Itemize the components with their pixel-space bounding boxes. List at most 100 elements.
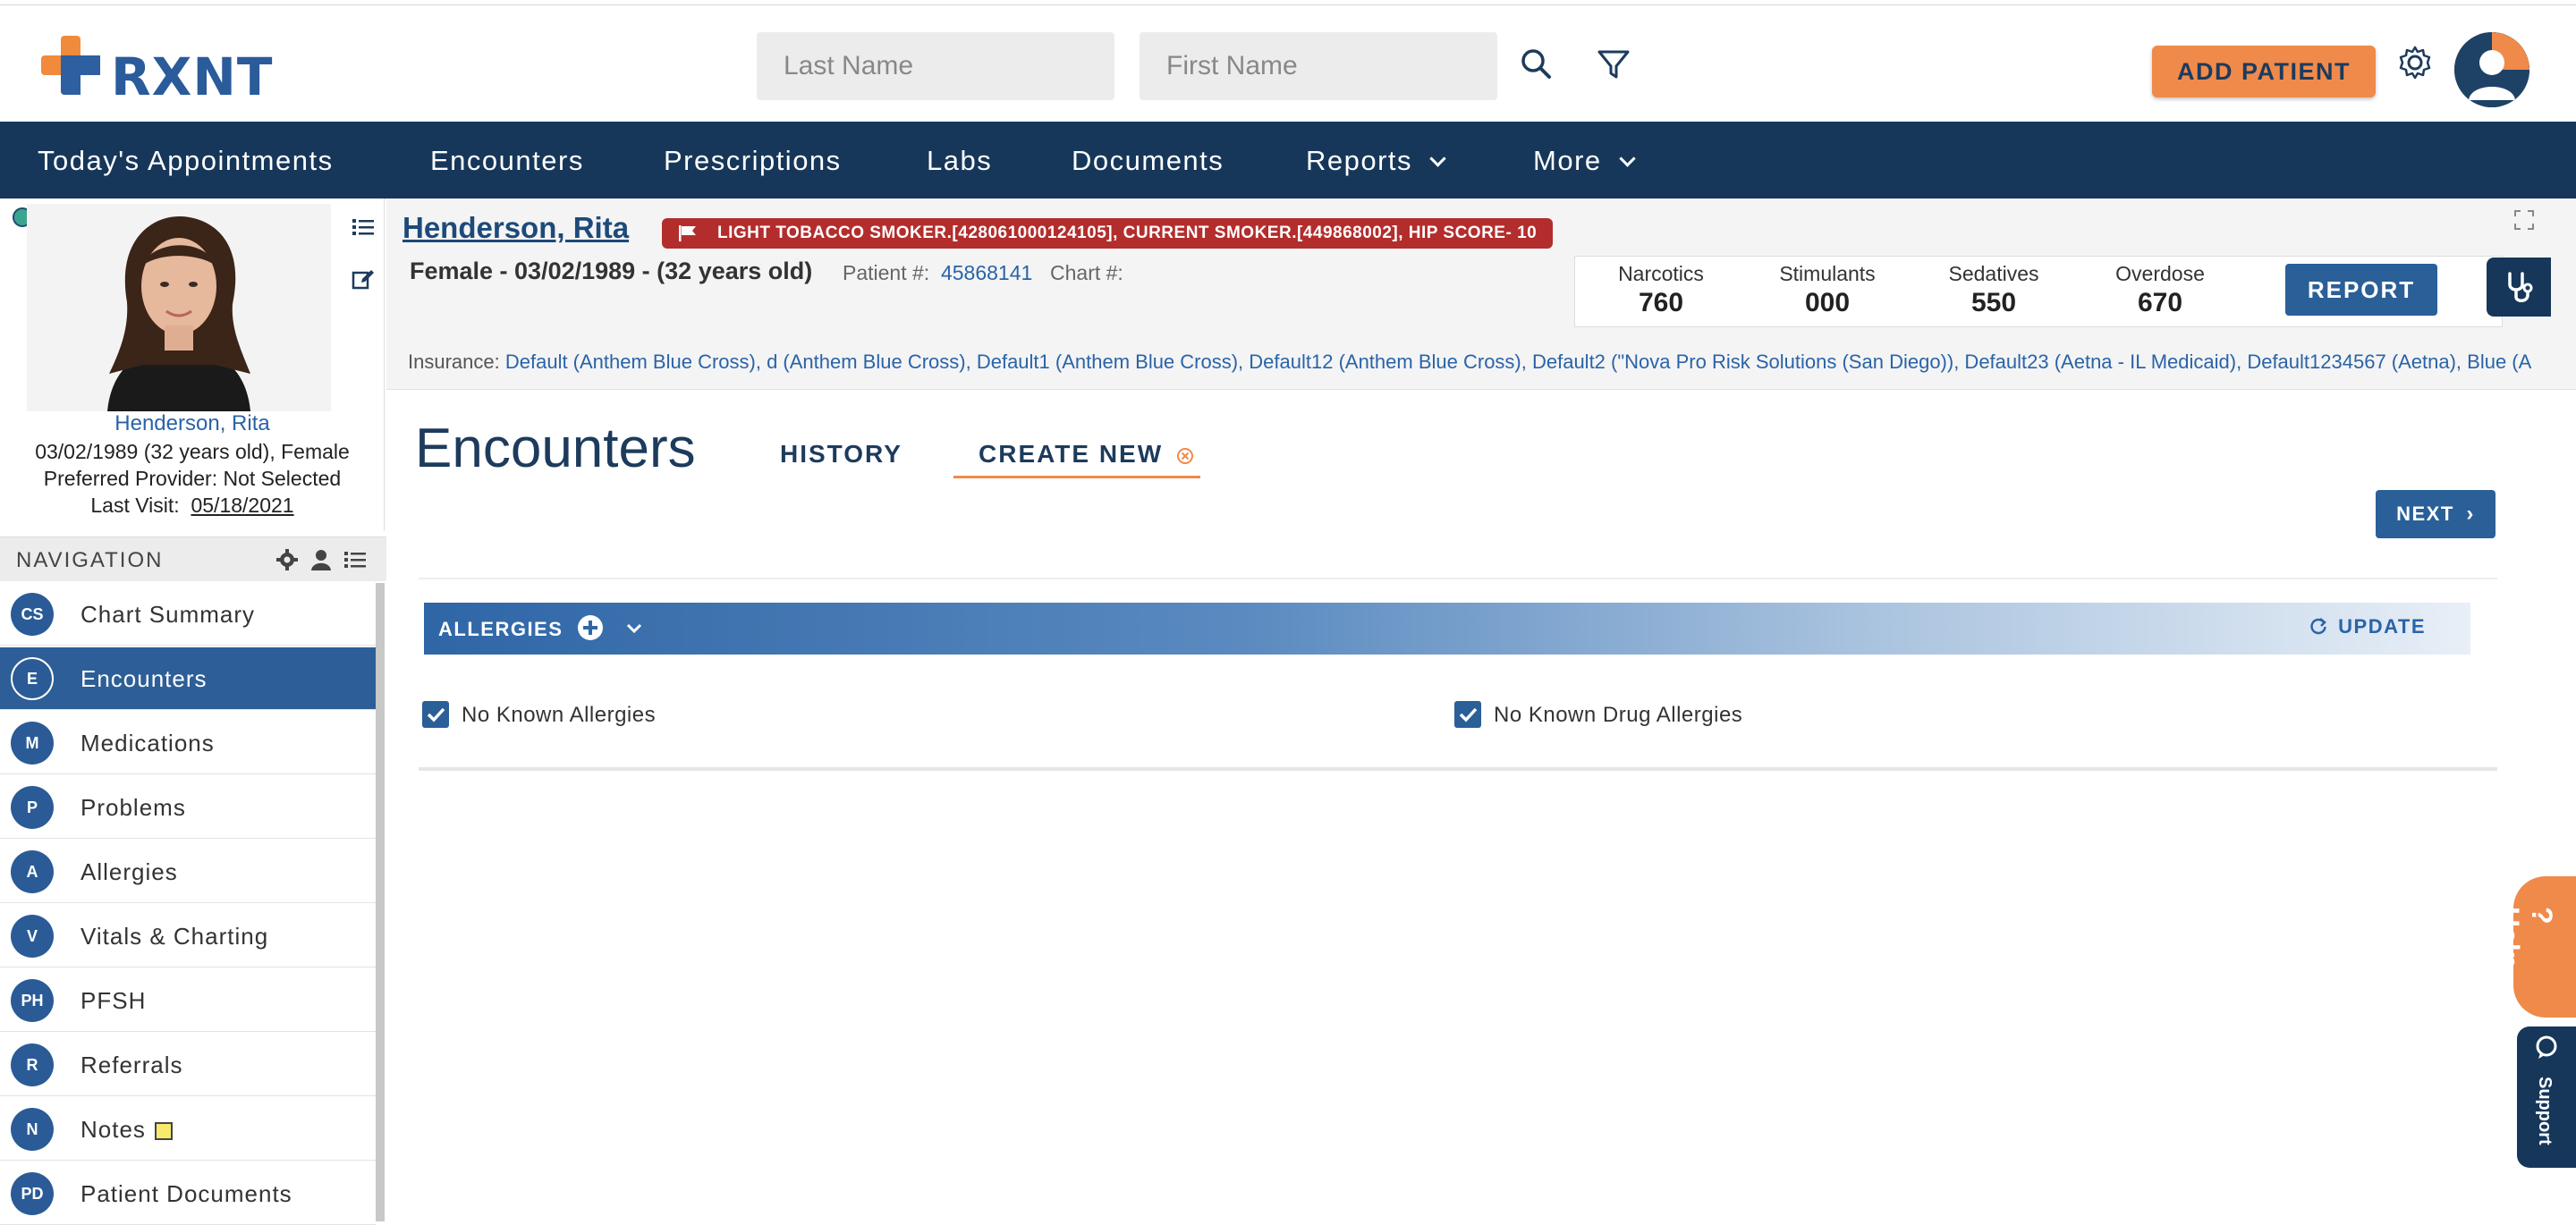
help-question-icon: ? xyxy=(2526,907,2558,925)
filter-icon[interactable] xyxy=(1594,45,1633,84)
close-circle-icon[interactable] xyxy=(1175,446,1195,466)
patient-alert-text: LIGHT TOBACCO SMOKER.[428061000124105], … xyxy=(717,224,1538,242)
chart-number-label: Chart #: xyxy=(1050,261,1123,284)
nav-scrollbar[interactable] xyxy=(376,583,385,1221)
nav-badge: A xyxy=(11,850,54,893)
no-known-drug-allergies-label[interactable]: No Known Drug Allergies xyxy=(1494,703,1742,728)
chevron-down-icon xyxy=(1618,150,1636,167)
report-button[interactable]: REPORT xyxy=(2285,264,2437,316)
edit-icon[interactable] xyxy=(351,266,376,291)
pdmp-overdose: Overdose 670 xyxy=(2080,262,2241,318)
last-visit-label: Last Visit: xyxy=(90,494,180,517)
nav-badge: P xyxy=(11,786,54,829)
nav-documents[interactable]: Documents xyxy=(1072,145,1224,177)
gear-icon[interactable] xyxy=(2395,43,2435,82)
support-tab[interactable]: Support xyxy=(2517,1026,2576,1168)
nav-todays-appointments[interactable]: Today's Appointments xyxy=(38,145,334,177)
next-button-label: NEXT xyxy=(2396,503,2454,525)
no-known-allergies-checkbox[interactable] xyxy=(422,701,449,728)
nav-item-label: Vitals & Charting xyxy=(80,923,269,950)
refresh-icon xyxy=(2309,618,2326,635)
nav-item-label: Chart Summary xyxy=(80,601,256,628)
pdmp-overdose-label: Overdose xyxy=(2115,262,2205,285)
tab-history[interactable]: HISTORY xyxy=(780,440,902,469)
no-known-allergies-label[interactable]: No Known Allergies xyxy=(462,703,656,728)
chevron-right-icon: › xyxy=(2466,502,2475,526)
support-label: Support xyxy=(2535,1077,2555,1145)
help-text: Help xyxy=(2493,907,2525,969)
patient-demographics: Female - 03/02/1989 - (32 years old) xyxy=(410,258,813,284)
nav-prescriptions[interactable]: Prescriptions xyxy=(664,145,842,177)
nav-item-label: Problems xyxy=(80,794,186,821)
nav-more[interactable]: More xyxy=(1533,145,1636,177)
insurance-list[interactable]: Default (Anthem Blue Cross), d (Anthem B… xyxy=(505,351,2531,373)
patient-card-last-visit: Last Visit: 05/18/2021 xyxy=(0,494,385,518)
patient-name-link[interactable]: Henderson, Rita xyxy=(402,211,629,245)
rxnt-logo[interactable]: RXNT xyxy=(41,36,274,107)
allergies-section-header: ALLERGIES UPDATE xyxy=(424,603,2470,655)
patient-card: Henderson, Rita 03/02/1989 (32 years old… xyxy=(0,199,385,531)
update-button[interactable]: UPDATE xyxy=(2309,615,2426,638)
nav-labs[interactable]: Labs xyxy=(927,145,992,177)
patient-card-dob: 03/02/1989 (32 years old), Female xyxy=(35,440,350,463)
chevron-down-icon xyxy=(1429,150,1446,167)
nav-item-vitals-charting[interactable]: V Vitals & Charting xyxy=(0,905,376,967)
last-name-input[interactable] xyxy=(757,32,1114,100)
flag-icon xyxy=(679,225,696,241)
nav-badge: V xyxy=(11,915,54,958)
main-content: Henderson, Rita LIGHT TOBACCO SMOKER.[42… xyxy=(386,199,2576,1221)
nav-item-chart-summary[interactable]: CS Chart Summary xyxy=(0,583,376,646)
add-patient-button[interactable]: ADD PATIENT xyxy=(2152,46,2376,97)
nav-item-encounters[interactable]: E Encounters xyxy=(0,647,376,710)
patient-alert-badge[interactable]: LIGHT TOBACCO SMOKER.[428061000124105], … xyxy=(662,218,1554,249)
nav-item-label: Allergies xyxy=(80,858,178,885)
navigation-header: NAVIGATION xyxy=(0,536,386,581)
user-icon[interactable] xyxy=(309,548,333,571)
stethoscope-button[interactable] xyxy=(2487,258,2551,317)
allergies-label: ALLERGIES xyxy=(438,618,564,640)
first-name-input[interactable] xyxy=(1140,32,1497,100)
pdmp-narcotics-label: Narcotics xyxy=(1618,262,1704,285)
tab-create-new[interactable]: CREATE NEW xyxy=(979,440,1195,469)
nav-item-notes[interactable]: N Notes xyxy=(0,1098,376,1161)
nav-badge: M xyxy=(11,722,54,765)
patient-card-name[interactable]: Henderson, Rita xyxy=(0,411,385,436)
help-tab[interactable]: ? Help xyxy=(2493,876,2576,1018)
user-avatar-icon xyxy=(2454,32,2529,107)
nav-badge: N xyxy=(11,1108,54,1151)
next-button[interactable]: NEXT › xyxy=(2376,490,2496,538)
pdmp-stimulants: Stimulants 000 xyxy=(1747,262,1908,318)
gear-icon[interactable] xyxy=(275,548,299,571)
list-icon[interactable] xyxy=(351,215,376,240)
list-icon[interactable] xyxy=(343,548,367,571)
nav-reports-label: Reports xyxy=(1306,145,1413,176)
nav-item-problems[interactable]: P Problems xyxy=(0,776,376,839)
nav-item-notes-label: Notes xyxy=(80,1116,173,1144)
pdmp-narcotics: Narcotics 760 xyxy=(1580,262,1741,318)
user-avatar[interactable] xyxy=(2454,32,2529,107)
nav-encounters[interactable]: Encounters xyxy=(430,145,584,177)
add-allergy-icon[interactable] xyxy=(577,614,604,641)
nav-badge: CS xyxy=(11,593,54,636)
page-title: Encounters xyxy=(415,418,696,479)
nav-badge: E xyxy=(11,657,54,700)
pdmp-stimulants-value: 000 xyxy=(1804,288,1851,317)
nav-item-label: Patient Documents xyxy=(80,1180,292,1207)
nav-badge: PD xyxy=(11,1172,54,1215)
nav-item-allergies[interactable]: A Allergies xyxy=(0,841,376,903)
nav-item-referrals[interactable]: R Referrals xyxy=(0,1034,376,1096)
nav-item-patient-documents[interactable]: PD Patient Documents xyxy=(0,1162,376,1225)
section-divider xyxy=(419,767,2497,771)
patient-number-label: Patient #: xyxy=(843,261,930,284)
nav-item-pfsh[interactable]: PH PFSH xyxy=(0,969,376,1032)
search-icon[interactable] xyxy=(1517,45,1556,84)
active-tab-indicator xyxy=(953,476,1200,478)
chevron-down-icon[interactable] xyxy=(623,617,645,638)
no-known-drug-allergies-checkbox[interactable] xyxy=(1454,701,1481,728)
insurance-label: Insurance: xyxy=(408,351,500,373)
nav-reports[interactable]: Reports xyxy=(1306,145,1446,177)
nav-item-label: Notes xyxy=(80,1116,146,1143)
nav-item-medications[interactable]: M Medications xyxy=(0,712,376,774)
last-visit-date[interactable]: 05/18/2021 xyxy=(191,494,293,517)
expand-icon[interactable] xyxy=(2513,209,2535,231)
